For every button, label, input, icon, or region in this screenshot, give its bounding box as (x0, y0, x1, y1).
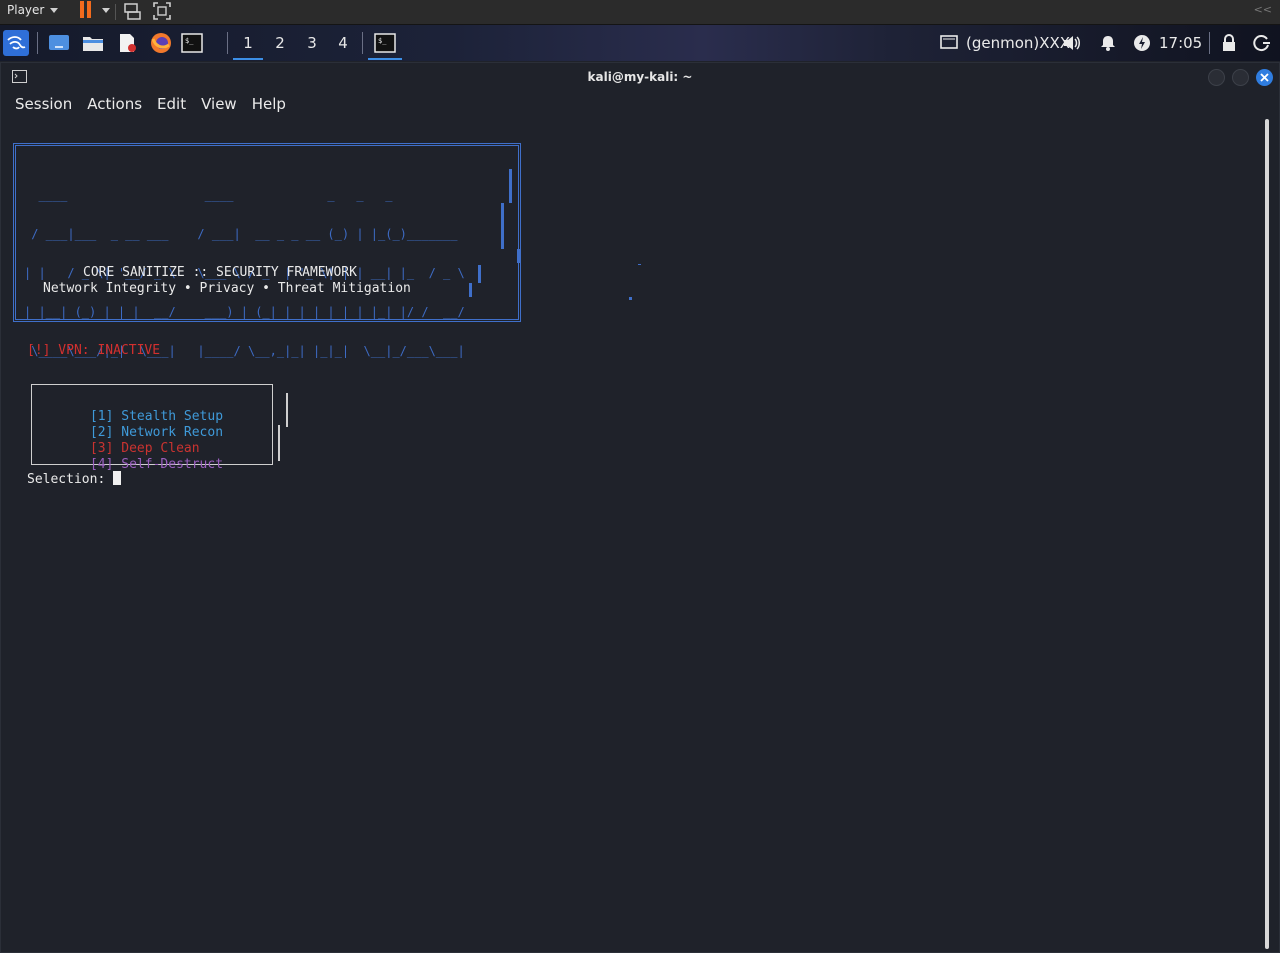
minimize-button[interactable] (1208, 69, 1225, 86)
divider (37, 32, 38, 54)
border-fragment (286, 393, 288, 427)
menu-help[interactable]: Help (252, 91, 286, 117)
border-fragment (278, 425, 280, 461)
taskbar-terminal-button[interactable]: $_ (368, 29, 402, 60)
player-toolbar: Player << (0, 0, 1280, 25)
scrollbar[interactable] (1265, 119, 1269, 949)
banner-title: CORE SANITIZE :: SECURITY FRAMEWORK (83, 265, 357, 280)
terminal-output[interactable]: ____ ____ _ _ _ / ___|___ _ __ ___ / ___… (2, 117, 1262, 953)
divider (362, 32, 363, 54)
power-manager-icon[interactable] (1133, 31, 1151, 55)
text-editor-icon[interactable] (114, 30, 140, 56)
send-ctrl-alt-del-icon[interactable] (122, 1, 142, 21)
divider (115, 4, 116, 20)
menu-session[interactable]: Session (15, 91, 72, 117)
border-fragment (501, 203, 504, 249)
pause-icon[interactable] (79, 1, 93, 19)
border-fragment (638, 264, 641, 265)
player-menu-label: Player (7, 3, 45, 17)
show-desktop-icon[interactable] (46, 30, 72, 56)
collapse-icon[interactable]: << (1254, 3, 1272, 16)
window-title: kali@my-kali: ~ (587, 70, 693, 84)
banner-subtitle: Network Integrity • Privacy • Threat Mit… (43, 281, 411, 296)
firefox-icon[interactable] (148, 30, 174, 56)
logout-icon[interactable] (1253, 31, 1271, 55)
divider (1209, 32, 1210, 54)
notification-bell-icon[interactable] (1099, 31, 1117, 55)
chevron-down-icon[interactable] (102, 8, 110, 13)
genmon-label[interactable]: (genmon)XXX (966, 31, 1070, 55)
vpn-status: [!] VPN: INACTIVE (27, 343, 161, 358)
terminal-icon[interactable]: $_ (179, 30, 205, 56)
workspace-2[interactable]: 2 (265, 29, 295, 57)
top-panel: $_ 1 2 3 4 $_ (genmon)XXX 17:05 (0, 25, 1280, 61)
svg-text:$_: $_ (378, 37, 387, 45)
terminal-window: kali@my-kali: ~ Session Actions Edit Vie… (0, 62, 1280, 953)
close-button[interactable] (1256, 69, 1273, 86)
workspace-4[interactable]: 4 (328, 29, 358, 57)
menu-actions[interactable]: Actions (87, 91, 142, 117)
menu-edit[interactable]: Edit (157, 91, 186, 117)
border-fragment (478, 265, 481, 283)
workspace-3[interactable]: 3 (297, 29, 327, 57)
display-icon[interactable] (939, 31, 959, 55)
volume-icon[interactable] (1062, 31, 1082, 55)
menu-view[interactable]: View (201, 91, 237, 117)
border-fragment (509, 169, 512, 203)
workspace-1[interactable]: 1 (233, 29, 263, 60)
border-fragment (629, 297, 632, 300)
selection-prompt[interactable]: Selection: (27, 471, 122, 487)
divider (227, 32, 228, 54)
terminal-icon: $_ (374, 33, 396, 53)
menubar: Session Actions Edit View Help (1, 91, 1279, 117)
svg-text:$_: $_ (185, 37, 194, 45)
kali-menu-icon[interactable] (3, 30, 29, 56)
border-fragment (517, 249, 520, 263)
maximize-button[interactable] (1232, 69, 1249, 86)
file-manager-icon[interactable] (80, 30, 106, 56)
chevron-down-icon (50, 7, 59, 13)
lock-icon[interactable] (1220, 31, 1238, 55)
close-icon (1260, 73, 1269, 82)
border-fragment (469, 283, 472, 297)
player-menu[interactable]: Player (7, 3, 59, 17)
window-titlebar[interactable]: kali@my-kali: ~ (1, 63, 1279, 91)
clock[interactable]: 17:05 (1159, 31, 1202, 55)
fullscreen-icon[interactable] (152, 1, 172, 21)
text-cursor (113, 471, 122, 485)
